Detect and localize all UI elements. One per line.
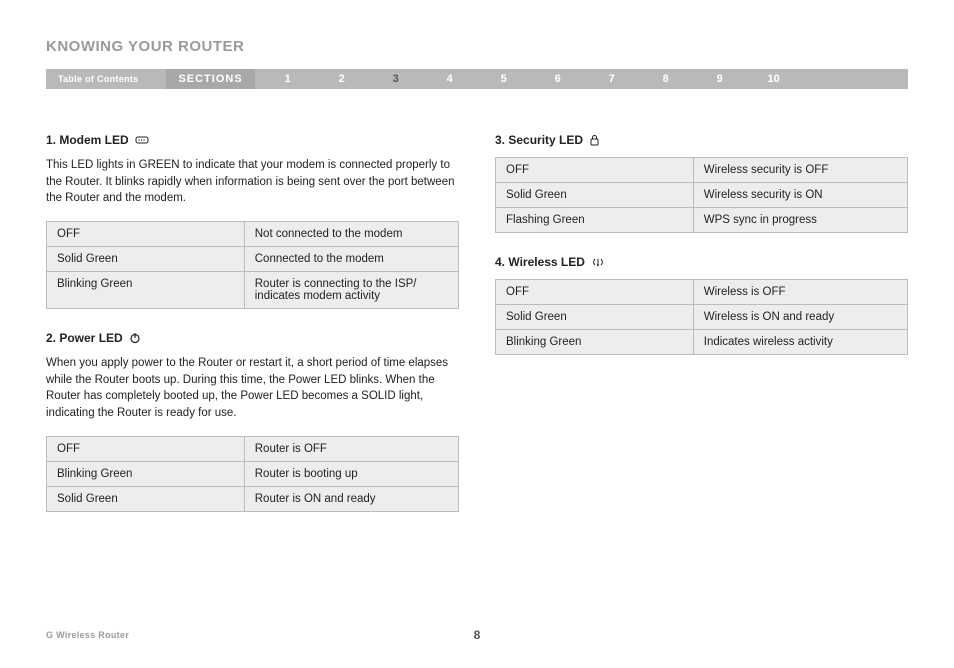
- section-link-1[interactable]: 1: [261, 73, 315, 85]
- section-link-4[interactable]: 4: [423, 73, 477, 85]
- security-led-heading-text: 3. Security LED: [495, 133, 583, 147]
- section-nav-bar: Table of Contents SECTIONS 1 2 3 4 5 6 7…: [46, 69, 908, 89]
- power-led-heading: 2. Power LED: [46, 331, 459, 345]
- led-desc: Wireless is ON and ready: [693, 305, 907, 330]
- modem-led-heading-text: 1. Modem LED: [46, 133, 129, 147]
- led-state: Solid Green: [496, 183, 694, 208]
- table-row: Solid GreenWireless security is ON: [496, 183, 908, 208]
- led-state: Solid Green: [47, 247, 245, 272]
- table-row: OFFWireless is OFF: [496, 280, 908, 305]
- led-state: OFF: [496, 158, 694, 183]
- led-desc: Connected to the modem: [244, 247, 458, 272]
- page-title: KNOWING YOUR ROUTER: [46, 38, 908, 55]
- table-row: Flashing GreenWPS sync in progress: [496, 208, 908, 233]
- power-icon: [129, 332, 141, 344]
- wireless-led-heading-text: 4. Wireless LED: [495, 255, 585, 269]
- section-link-7[interactable]: 7: [585, 73, 639, 85]
- table-row: OFFWireless security is OFF: [496, 158, 908, 183]
- power-led-heading-text: 2. Power LED: [46, 331, 123, 345]
- table-row: OFFRouter is OFF: [47, 436, 459, 461]
- wireless-led-table: OFFWireless is OFF Solid GreenWireless i…: [495, 279, 908, 355]
- security-led-heading: 3. Security LED: [495, 133, 908, 147]
- modem-led-heading: 1. Modem LED: [46, 133, 459, 147]
- led-desc: Router is OFF: [244, 436, 458, 461]
- section-link-2[interactable]: 2: [315, 73, 369, 85]
- led-state: Blinking Green: [47, 461, 245, 486]
- led-desc: Indicates wireless activity: [693, 330, 907, 355]
- led-desc: Wireless is OFF: [693, 280, 907, 305]
- section-link-9[interactable]: 9: [693, 73, 747, 85]
- led-desc: Router is connecting to the ISP/ indicat…: [244, 272, 458, 309]
- section-link-6[interactable]: 6: [531, 73, 585, 85]
- table-row: OFFNot connected to the modem: [47, 222, 459, 247]
- led-state: Blinking Green: [496, 330, 694, 355]
- table-row: Solid GreenConnected to the modem: [47, 247, 459, 272]
- led-desc: Not connected to the modem: [244, 222, 458, 247]
- modem-icon: [135, 135, 149, 145]
- page-number: 8: [474, 628, 481, 642]
- power-led-table: OFFRouter is OFF Blinking GreenRouter is…: [46, 436, 459, 512]
- lock-icon: [589, 134, 600, 146]
- modem-led-description: This LED lights in GREEN to indicate tha…: [46, 157, 459, 207]
- section-link-8[interactable]: 8: [639, 73, 693, 85]
- wireless-icon: [591, 256, 605, 268]
- led-state: Blinking Green: [47, 272, 245, 309]
- led-state: OFF: [47, 436, 245, 461]
- section-link-3[interactable]: 3: [369, 73, 423, 85]
- led-desc: Router is booting up: [244, 461, 458, 486]
- section-link-5[interactable]: 5: [477, 73, 531, 85]
- table-row: Blinking GreenRouter is booting up: [47, 461, 459, 486]
- section-link-10[interactable]: 10: [747, 73, 801, 85]
- wireless-led-heading: 4. Wireless LED: [495, 255, 908, 269]
- security-led-table: OFFWireless security is OFF Solid GreenW…: [495, 157, 908, 233]
- led-desc: Wireless security is ON: [693, 183, 907, 208]
- led-desc: Router is ON and ready: [244, 486, 458, 511]
- table-row: Blinking GreenRouter is connecting to th…: [47, 272, 459, 309]
- sections-label: SECTIONS: [166, 69, 254, 89]
- right-column: 3. Security LED OFFWireless security is …: [495, 133, 908, 534]
- toc-link[interactable]: Table of Contents: [58, 74, 138, 84]
- table-row: Solid GreenWireless is ON and ready: [496, 305, 908, 330]
- led-state: OFF: [496, 280, 694, 305]
- led-desc: Wireless security is OFF: [693, 158, 907, 183]
- table-row: Solid GreenRouter is ON and ready: [47, 486, 459, 511]
- led-state: Solid Green: [47, 486, 245, 511]
- led-state: Solid Green: [496, 305, 694, 330]
- table-row: Blinking GreenIndicates wireless activit…: [496, 330, 908, 355]
- led-state: Flashing Green: [496, 208, 694, 233]
- page-footer: G Wireless Router 8: [46, 630, 908, 640]
- left-column: 1. Modem LED This LED lights in GREEN to…: [46, 133, 459, 534]
- power-led-description: When you apply power to the Router or re…: [46, 355, 459, 422]
- led-state: OFF: [47, 222, 245, 247]
- modem-led-table: OFFNot connected to the modem Solid Gree…: [46, 221, 459, 309]
- led-desc: WPS sync in progress: [693, 208, 907, 233]
